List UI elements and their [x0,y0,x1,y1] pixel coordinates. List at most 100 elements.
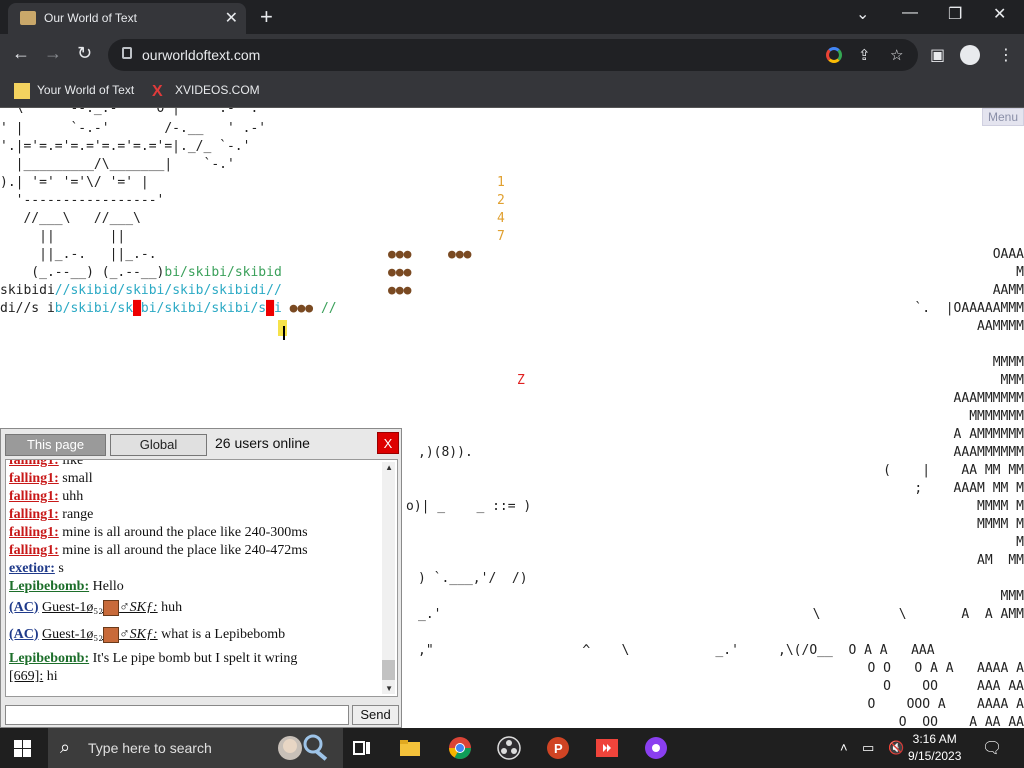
share-icon[interactable]: ⇪ [858,46,871,64]
clock-date: 9/15/2023 [908,749,962,763]
chat-nick[interactable]: exetior: [9,561,55,576]
chat-window: This page Global 26 users online X falli… [0,428,402,728]
notifications-icon[interactable]: 🗨 [982,738,1002,758]
text-world-canvas[interactable]: Menu ' \ --._.-' O | .-'`.' ' | `-.-' /-… [0,108,1024,728]
chat-nick[interactable]: falling1: [9,489,59,504]
chrome-icon[interactable] [448,736,472,760]
art-line: ) `.___,'/ /) [418,571,528,586]
chat-messages[interactable]: falling1: like falling1: small falling1:… [5,459,398,697]
network-icon[interactable]: ▭ [862,740,874,756]
send-button[interactable]: Send [352,705,399,725]
minimize-icon[interactable]: — [902,4,918,22]
tab-search-chevron-icon[interactable]: ⌄ [856,4,869,24]
number-char: 7 [497,229,505,244]
users-online-count: 26 users online [215,435,310,451]
x-favicon-icon: X [152,83,163,100]
powerpoint-icon[interactable]: P [546,736,570,760]
tray-chevron-icon[interactable]: ˄ [840,740,848,755]
art-line: MMMM M [977,517,1024,532]
chat-nick[interactable]: [669]: [9,669,43,684]
number-char: 2 [497,193,505,208]
menu-button[interactable]: Menu [981,108,1024,126]
google-lens-icon[interactable] [826,47,842,63]
forward-icon[interactable]: → [44,43,62,64]
tab-this-page[interactable]: This page [5,434,106,456]
chat-message: falling1: mine is all around the place l… [9,543,308,558]
close-chat-button[interactable]: X [377,432,399,454]
art-line: _.' [418,607,442,622]
tab-strip: Our World of Text ✕ + ⌄ — ❐ ✕ [0,0,1024,34]
anydesk-icon[interactable] [595,736,619,760]
art-line: ( | AA MM MM [883,463,1024,478]
skibidi-row-a: (_.--__) (_.--__)bi/skibi/skibid [0,265,282,280]
chat-message: (AC) Guest-1ø₅₂ ♂SKƒ: huh [9,599,183,616]
chat-message: falling1: mine is all around the place l… [9,525,308,540]
guest-badge-icon [103,626,120,643]
art-line: //___\ //___\ [0,211,141,226]
chat-input[interactable] [5,705,349,725]
start-windows-icon[interactable] [14,740,31,757]
profile-avatar-icon[interactable] [960,45,980,65]
chat-nick[interactable]: falling1: [9,507,59,522]
bookmark-label: Your World of Text [37,83,135,98]
ywot-favicon-icon [14,83,30,99]
chat-nick[interactable]: Lepibebomb: [9,651,89,666]
back-icon[interactable]: ← [12,43,30,64]
art-line: |_________/\_______| `-.' [0,157,235,172]
kebab-menu-icon[interactable]: ⋮ [998,45,1014,65]
art-line: O OO A AA AA [898,715,1024,728]
art-line: AAMMMM [977,319,1024,334]
scroll-down-icon[interactable]: ▼ [385,684,393,693]
reload-icon[interactable]: ↻ [77,43,92,64]
podcast-icon[interactable] [644,736,668,760]
art-line: AAMM [992,283,1024,298]
new-tab-icon[interactable]: + [260,4,273,30]
volume-muted-icon[interactable]: 🔇 [888,740,904,756]
art-line: O OO AAA AA [883,679,1024,694]
chat-message: falling1: small [9,471,93,486]
chat-nick[interactable]: Guest-1ø₅₂ [42,627,103,642]
art-line: AAAMMMMMM [953,445,1024,460]
restore-icon[interactable]: ❐ [948,4,962,24]
chat-message: falling1: uhh [9,489,84,504]
side-panel-icon[interactable]: ▣ [930,45,945,65]
clock-time: 3:16 AM [912,732,957,746]
ibeam-cursor-icon [283,326,285,340]
z-char: Z [517,373,525,388]
address-bar[interactable]: ourworldoftext.com ⇪ ☆ [108,39,918,71]
taskbar-clock[interactable]: 3:16 AM 9/15/2023 [908,731,961,765]
close-window-icon[interactable]: ✕ [993,4,1006,24]
bookmark-label: XVIDEOS.COM [175,83,260,98]
art-line: ; AAAM MM M [914,481,1024,496]
browser-tab[interactable]: Our World of Text ✕ [8,3,246,34]
art-line: '-----------------' [0,193,165,208]
art-line: M [1016,265,1024,280]
art-line: ' | `-.-' /-.__ ' .-' [0,121,267,136]
browser-toolbar: ← → ↻ ourworldoftext.com ⇪ ☆ ▣ ⋮ [0,34,1024,76]
art-line: ||_.-. ||_.-. [0,247,157,262]
obs-icon[interactable] [497,736,521,760]
bookmark-xvideos[interactable]: X XVIDEOS.COM [152,83,260,100]
art-line: M [1016,535,1024,550]
taskbar-search[interactable]: ⌕ Type here to search [48,728,343,768]
chat-nick[interactable]: falling1: [9,460,59,468]
chat-nick[interactable]: Guest-1ø₅₂ [42,600,103,615]
chat-message: falling1: like [9,460,381,470]
chat-message: falling1: range [9,507,94,522]
scroll-up-icon[interactable]: ▲ [385,463,393,472]
chat-nick[interactable]: falling1: [9,525,59,540]
chat-nick[interactable]: Lepibebomb: [9,579,89,594]
skibidi-row-c: di//s ib/skibi/sk█bi/skibi/skibi/s█i ●●●… [0,301,337,316]
chat-scroll-thumb[interactable] [382,660,395,680]
close-tab-icon[interactable]: ✕ [225,8,238,28]
chat-message: Lepibebomb: It's Le pipe bomb but I spel… [9,651,298,666]
number-char: 1 [497,175,505,190]
tab-global[interactable]: Global [110,434,207,456]
bookmark-star-icon[interactable]: ☆ [890,46,903,64]
art-line: OAAA [992,247,1024,262]
bookmark-ywot[interactable]: Your World of Text [14,83,134,99]
task-view-icon[interactable] [350,736,374,760]
chat-nick[interactable]: falling1: [9,543,59,558]
file-explorer-icon[interactable] [398,736,422,760]
chat-nick[interactable]: falling1: [9,471,59,486]
